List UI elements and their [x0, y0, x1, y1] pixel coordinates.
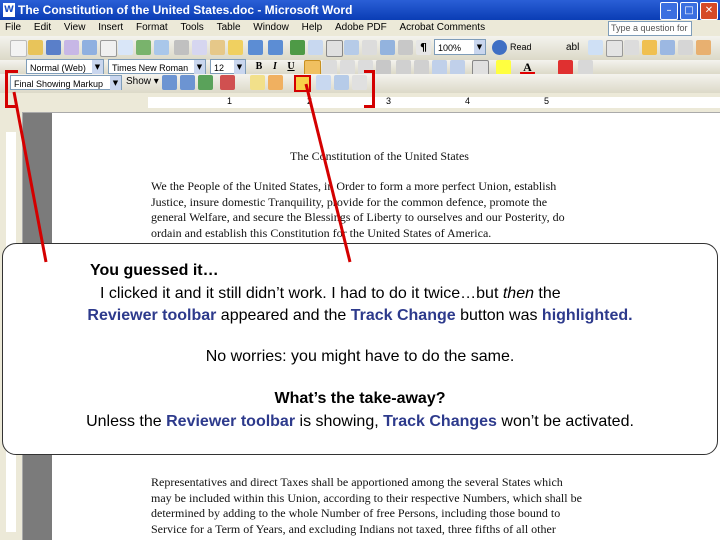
- annotation-arrows: [12, 75, 352, 263]
- annotation-arrow-track-changes: [304, 83, 352, 263]
- annotation-arrow-left: [12, 91, 48, 263]
